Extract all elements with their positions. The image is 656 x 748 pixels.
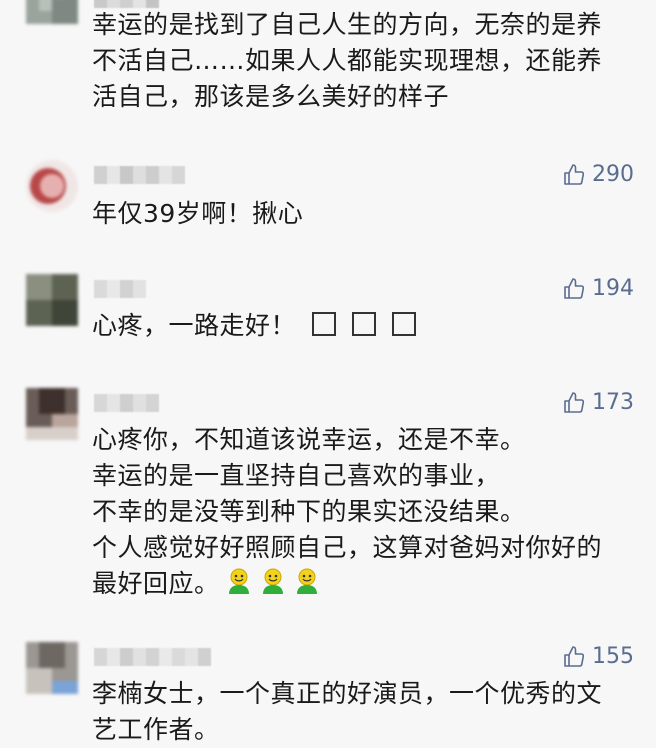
thumbs-up-icon — [564, 163, 585, 185]
avatar[interactable] — [26, 388, 78, 440]
green-smiley-icon — [228, 568, 249, 594]
comment-text: 李楠女士，一个真正的好演员，一个优秀的文 艺工作者。 — [92, 676, 640, 748]
comment-text-line: 心疼，一路走好！ — [92, 311, 297, 340]
comment-text-line: 幸运的是找到了自己人生的方向，无奈的是养 — [92, 10, 603, 39]
like-button[interactable]: 173 — [562, 390, 634, 415]
green-smiley-icon — [296, 568, 317, 594]
thumbs-up-icon — [564, 391, 585, 413]
like-count: 194 — [592, 276, 634, 301]
username-redacted — [94, 394, 159, 412]
avatar[interactable] — [26, 160, 78, 212]
thumbs-up-icon — [564, 645, 585, 667]
avatar[interactable] — [26, 274, 78, 326]
comment-text-line: 幸运的是一直坚持自己喜欢的事业， — [92, 461, 501, 490]
comment-text-line: 不幸的是没等到种下的果实还没结果。 — [92, 497, 526, 526]
comment-text-line: 最好回应。 — [92, 569, 220, 598]
missing-glyph-box — [352, 312, 377, 336]
like-button[interactable]: 194 — [562, 276, 634, 301]
comment-text-line: 活自己，那该是多么美好的样子 — [92, 82, 450, 111]
comment-text: 心疼你，不知道该说幸运，还是不幸。 幸运的是一直坚持自己喜欢的事业， 不幸的是没… — [92, 422, 640, 602]
comment-text: 幸运的是找到了自己人生的方向，无奈的是养 不活自己……如果人人都能实现理想，还能… — [92, 7, 640, 115]
comment-text: 心疼，一路走好！ — [92, 308, 640, 344]
like-count: 290 — [592, 162, 634, 187]
avatar[interactable] — [26, 642, 78, 694]
green-smiley-icon — [262, 568, 283, 594]
username-redacted — [94, 166, 185, 184]
missing-glyph-box — [392, 312, 417, 336]
avatar[interactable] — [26, 0, 78, 24]
comment-text: 年仅39岁啊！揪心 — [92, 196, 640, 232]
username-redacted — [94, 280, 146, 298]
thumbs-up-icon — [564, 277, 585, 299]
comment-text-line: 心疼你，不知道该说幸运，还是不幸。 — [92, 425, 526, 454]
missing-glyph-box — [312, 312, 337, 336]
comment-text-line: 李楠女士，一个真正的好演员，一个优秀的文 — [92, 679, 603, 708]
like-button[interactable]: 155 — [562, 644, 634, 669]
like-count: 173 — [592, 390, 634, 415]
comment-text-line: 个人感觉好好照顾自己，这算对爸妈对你好的 — [92, 533, 603, 562]
like-count: 155 — [592, 644, 634, 669]
comment-text-line: 不活自己……如果人人都能实现理想，还能养 — [92, 46, 603, 75]
username-redacted — [94, 648, 211, 666]
comment-text-line: 年仅39岁啊！揪心 — [92, 199, 304, 228]
like-button[interactable]: 290 — [562, 162, 634, 187]
